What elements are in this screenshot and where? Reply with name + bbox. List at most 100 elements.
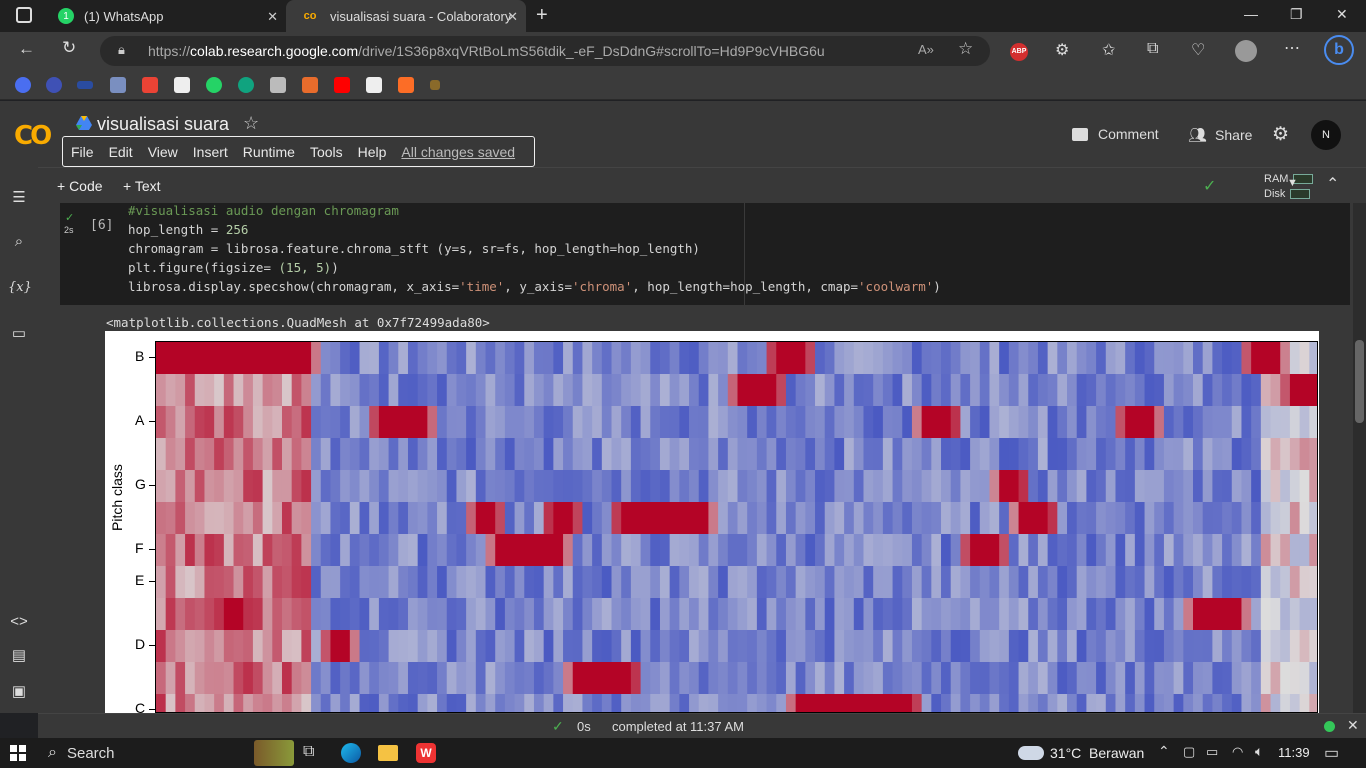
add-text-button[interactable]: + Text: [123, 178, 161, 194]
youtube-icon[interactable]: [334, 77, 350, 93]
url-field[interactable]: 🔒︎ https://colab.research.google.com/dri…: [100, 36, 990, 66]
heatmap-cell: [1280, 694, 1291, 712]
bookmark-icon[interactable]: [110, 77, 126, 93]
collapse-header-icon[interactable]: ⌃: [1326, 174, 1339, 194]
bookmark-icon[interactable]: [366, 77, 382, 93]
close-tab-icon[interactable]: ✕: [507, 9, 518, 25]
chevron-down-icon[interactable]: ▼: [1287, 177, 1298, 189]
performance-icon[interactable]: ♡: [1191, 40, 1205, 60]
extensions-icon[interactable]: ⚙: [1055, 40, 1069, 60]
scrollbar-thumb[interactable]: [1355, 340, 1364, 423]
heatmap-cell: [252, 598, 264, 630]
heatmap-cell: [185, 374, 196, 406]
search-icon[interactable]: ⌕: [8, 231, 30, 253]
bookmark-icon[interactable]: [77, 81, 93, 89]
collections-icon[interactable]: ⧉: [1147, 40, 1158, 58]
bookmark-icon[interactable]: [15, 77, 31, 93]
table-of-contents-icon[interactable]: ☰: [8, 187, 30, 209]
battery-icon[interactable]: ▭: [1206, 744, 1218, 760]
file-explorer-icon[interactable]: [378, 745, 398, 761]
tab-whatsapp[interactable]: 1 (1) WhatsApp ✕: [44, 0, 286, 32]
terminal-icon[interactable]: ▣: [8, 681, 30, 703]
minimize-icon[interactable]: —: [1244, 6, 1258, 22]
menu-insert[interactable]: Insert: [193, 144, 228, 160]
heatmap-cell: [243, 406, 254, 438]
menu-runtime[interactable]: Runtime: [243, 144, 295, 160]
heatmap-cell: [194, 694, 206, 712]
notebook-title[interactable]: visualisasi suara: [97, 114, 229, 135]
favorite-star-icon[interactable]: ☆: [958, 39, 973, 59]
volume-icon[interactable]: 🔈︎: [1255, 743, 1263, 760]
code-line[interactable]: chromagram = librosa.feature.chroma_stft…: [128, 241, 700, 256]
bookmark-icon[interactable]: [270, 77, 286, 93]
heatmap-cell: [175, 438, 186, 470]
edge-icon[interactable]: [341, 743, 361, 763]
share-button[interactable]: 👥︎ Share: [1188, 126, 1252, 144]
colab-logo[interactable]: CO: [14, 121, 52, 151]
bing-icon[interactable]: b: [1324, 35, 1354, 65]
whatsapp-icon[interactable]: [206, 77, 222, 93]
wifi-icon[interactable]: ◠: [1232, 744, 1243, 760]
status-completed[interactable]: completed at 11:37 AM: [612, 719, 744, 734]
notebook-scrollbar[interactable]: [1353, 203, 1366, 713]
drive-icon[interactable]: [76, 116, 92, 130]
heatmap-cell: [446, 662, 458, 694]
close-tab-icon[interactable]: ✕: [267, 9, 278, 25]
heatmap-cell: [1115, 598, 1126, 630]
close-status-icon[interactable]: ✕: [1347, 717, 1359, 734]
star-icon[interactable]: ☆: [243, 113, 259, 134]
gitlab-icon[interactable]: [398, 77, 414, 93]
add-code-button[interactable]: + Code: [57, 178, 103, 194]
favorites-icon[interactable]: ✩: [1102, 40, 1115, 60]
heatmap-cell: [630, 694, 642, 712]
restore-icon[interactable]: ❐: [1290, 6, 1303, 23]
profile-icon[interactable]: [1235, 40, 1257, 62]
variables-icon[interactable]: {x}: [8, 277, 32, 299]
task-view-icon[interactable]: ⧉: [303, 743, 314, 761]
command-palette-icon[interactable]: ▤: [8, 645, 30, 667]
code-line[interactable]: #visualisasi audio dengan chromagram: [128, 203, 399, 218]
wps-office-icon[interactable]: W: [416, 743, 436, 763]
tab-colab[interactable]: co visualisasi suara - Colaboratory ✕: [286, 0, 526, 32]
taskbar-search[interactable]: ⌕ Search: [40, 738, 250, 768]
document-icon[interactable]: [174, 77, 190, 93]
comment-button[interactable]: Comment: [1072, 126, 1159, 142]
read-aloud-icon[interactable]: A»: [918, 42, 934, 57]
menu-help[interactable]: Help: [358, 144, 387, 160]
heatmap-cell: [291, 566, 302, 598]
code-line[interactable]: librosa.display.specshow(chromagram, x_a…: [128, 279, 941, 294]
back-icon[interactable]: ←: [18, 39, 35, 59]
heatmap-cell: [1260, 342, 1272, 374]
menu-tools[interactable]: Tools: [310, 144, 343, 160]
notifications-icon[interactable]: ▭: [1324, 743, 1339, 763]
bookmark-icon[interactable]: [430, 80, 440, 90]
weather-text[interactable]: 31°C Berawan: [1050, 745, 1144, 761]
new-tab-icon[interactable]: +: [536, 4, 548, 27]
menu-view[interactable]: View: [148, 144, 178, 160]
tab-actions-icon[interactable]: [16, 7, 32, 23]
files-folder-icon[interactable]: ▭: [8, 323, 30, 345]
save-status[interactable]: All changes saved: [401, 144, 515, 160]
menu-edit[interactable]: Edit: [109, 144, 133, 160]
menu-file[interactable]: File: [71, 144, 94, 160]
adblock-icon[interactable]: ABP: [1010, 43, 1028, 61]
execution-count[interactable]: [6]: [90, 218, 113, 233]
meet-now-icon[interactable]: ▢: [1183, 744, 1195, 760]
code-line[interactable]: hop_length = 256: [128, 222, 248, 237]
code-snippets-icon[interactable]: <>: [8, 611, 30, 633]
settings-gear-icon[interactable]: ⚙: [1272, 123, 1289, 146]
chatgpt-icon[interactable]: [238, 77, 254, 93]
clock[interactable]: 11:39: [1278, 745, 1310, 760]
tray-chevron-icon[interactable]: ⌃: [1158, 743, 1170, 760]
windows-start-icon[interactable]: [10, 745, 26, 761]
more-menu-icon[interactable]: ⋯: [1284, 38, 1300, 58]
bookmark-icon[interactable]: [302, 77, 318, 93]
refresh-icon[interactable]: ↻: [62, 38, 76, 58]
gmail-icon[interactable]: [142, 77, 158, 93]
code-line[interactable]: plt.figure(figsize= (15, 5)): [128, 260, 339, 275]
avatar[interactable]: N: [1311, 120, 1341, 150]
code-cell[interactable]: ✓ 2s [6] #visualisasi audio dengan chrom…: [60, 203, 1350, 305]
close-window-icon[interactable]: ✕: [1336, 6, 1348, 23]
heatmap-cell: [815, 342, 826, 374]
bookmark-icon[interactable]: [46, 77, 62, 93]
